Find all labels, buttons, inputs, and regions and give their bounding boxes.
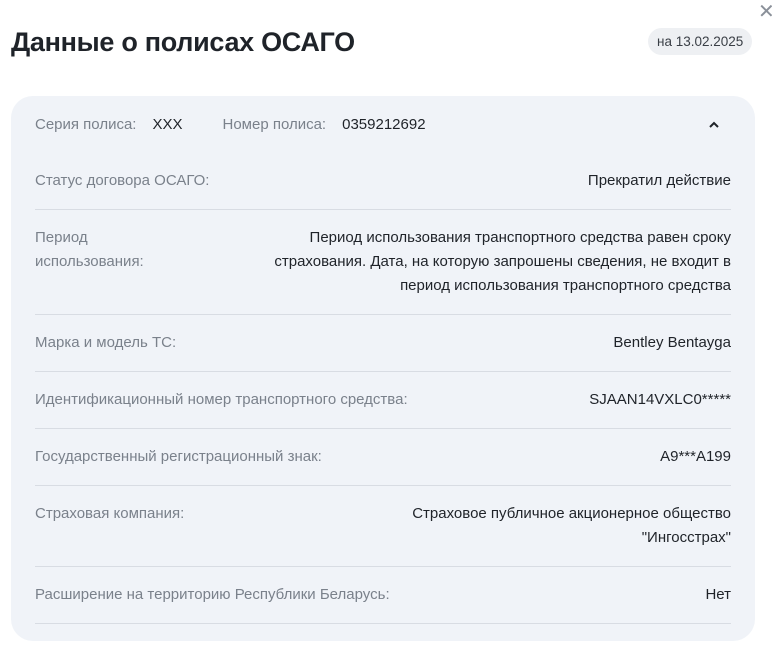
- policy-card: Серия полиса: XXX Номер полиса: 03592126…: [11, 96, 755, 641]
- row-value: Прекратил действие: [587, 172, 731, 189]
- row-value: Bentley Bentayga: [613, 334, 731, 351]
- row-label: Марка и модель ТС:: [35, 334, 177, 351]
- row-model: Марка и модель ТС: Bentley Bentayga: [35, 315, 731, 372]
- row-value: А9***А199: [660, 448, 731, 465]
- row-value: Нет: [705, 586, 731, 603]
- row-label: Расширение на территорию Республики Бела…: [35, 586, 390, 603]
- series-value: XXX: [152, 116, 183, 133]
- row-vin: Идентификационный номер транспортного ср…: [35, 372, 731, 429]
- page-title: Данные о полисах ОСАГО: [11, 27, 355, 57]
- policy-header[interactable]: Серия полиса: XXX Номер полиса: 03592126…: [35, 96, 731, 153]
- row-value: Период использования транспортного средс…: [274, 229, 731, 294]
- row-label: Идентификационный номер транспортного ср…: [35, 391, 408, 408]
- row-status: Статус договора ОСАГО: Прекратил действие: [35, 153, 731, 210]
- row-period: Период использования: Период использовани…: [35, 210, 731, 315]
- row-label: Страховая компания:: [35, 505, 185, 522]
- number-label: Номер полиса:: [222, 116, 327, 133]
- row-insurer: Страховая компания: Страховое публичное а…: [35, 486, 731, 567]
- close-icon[interactable]: ✕: [758, 2, 772, 22]
- series-label: Серия полиса:: [35, 116, 137, 133]
- row-label: Государственный регистрационный знак:: [35, 448, 322, 465]
- chevron-up-icon[interactable]: [707, 118, 721, 132]
- row-belarus: Расширение на территорию Республики Бела…: [35, 567, 731, 624]
- number-value: 0359212692: [342, 116, 426, 133]
- row-plate: Государственный регистрационный знак: А9*…: [35, 429, 731, 486]
- row-value: SJAAN14VXLC0*****: [589, 391, 731, 408]
- date-badge: на 13.02.2025: [648, 28, 753, 55]
- row-value: Страховое публичное акционерное общество…: [412, 505, 731, 546]
- row-label: Период использования:: [35, 229, 144, 270]
- row-label: Статус договора ОСАГО:: [35, 172, 210, 189]
